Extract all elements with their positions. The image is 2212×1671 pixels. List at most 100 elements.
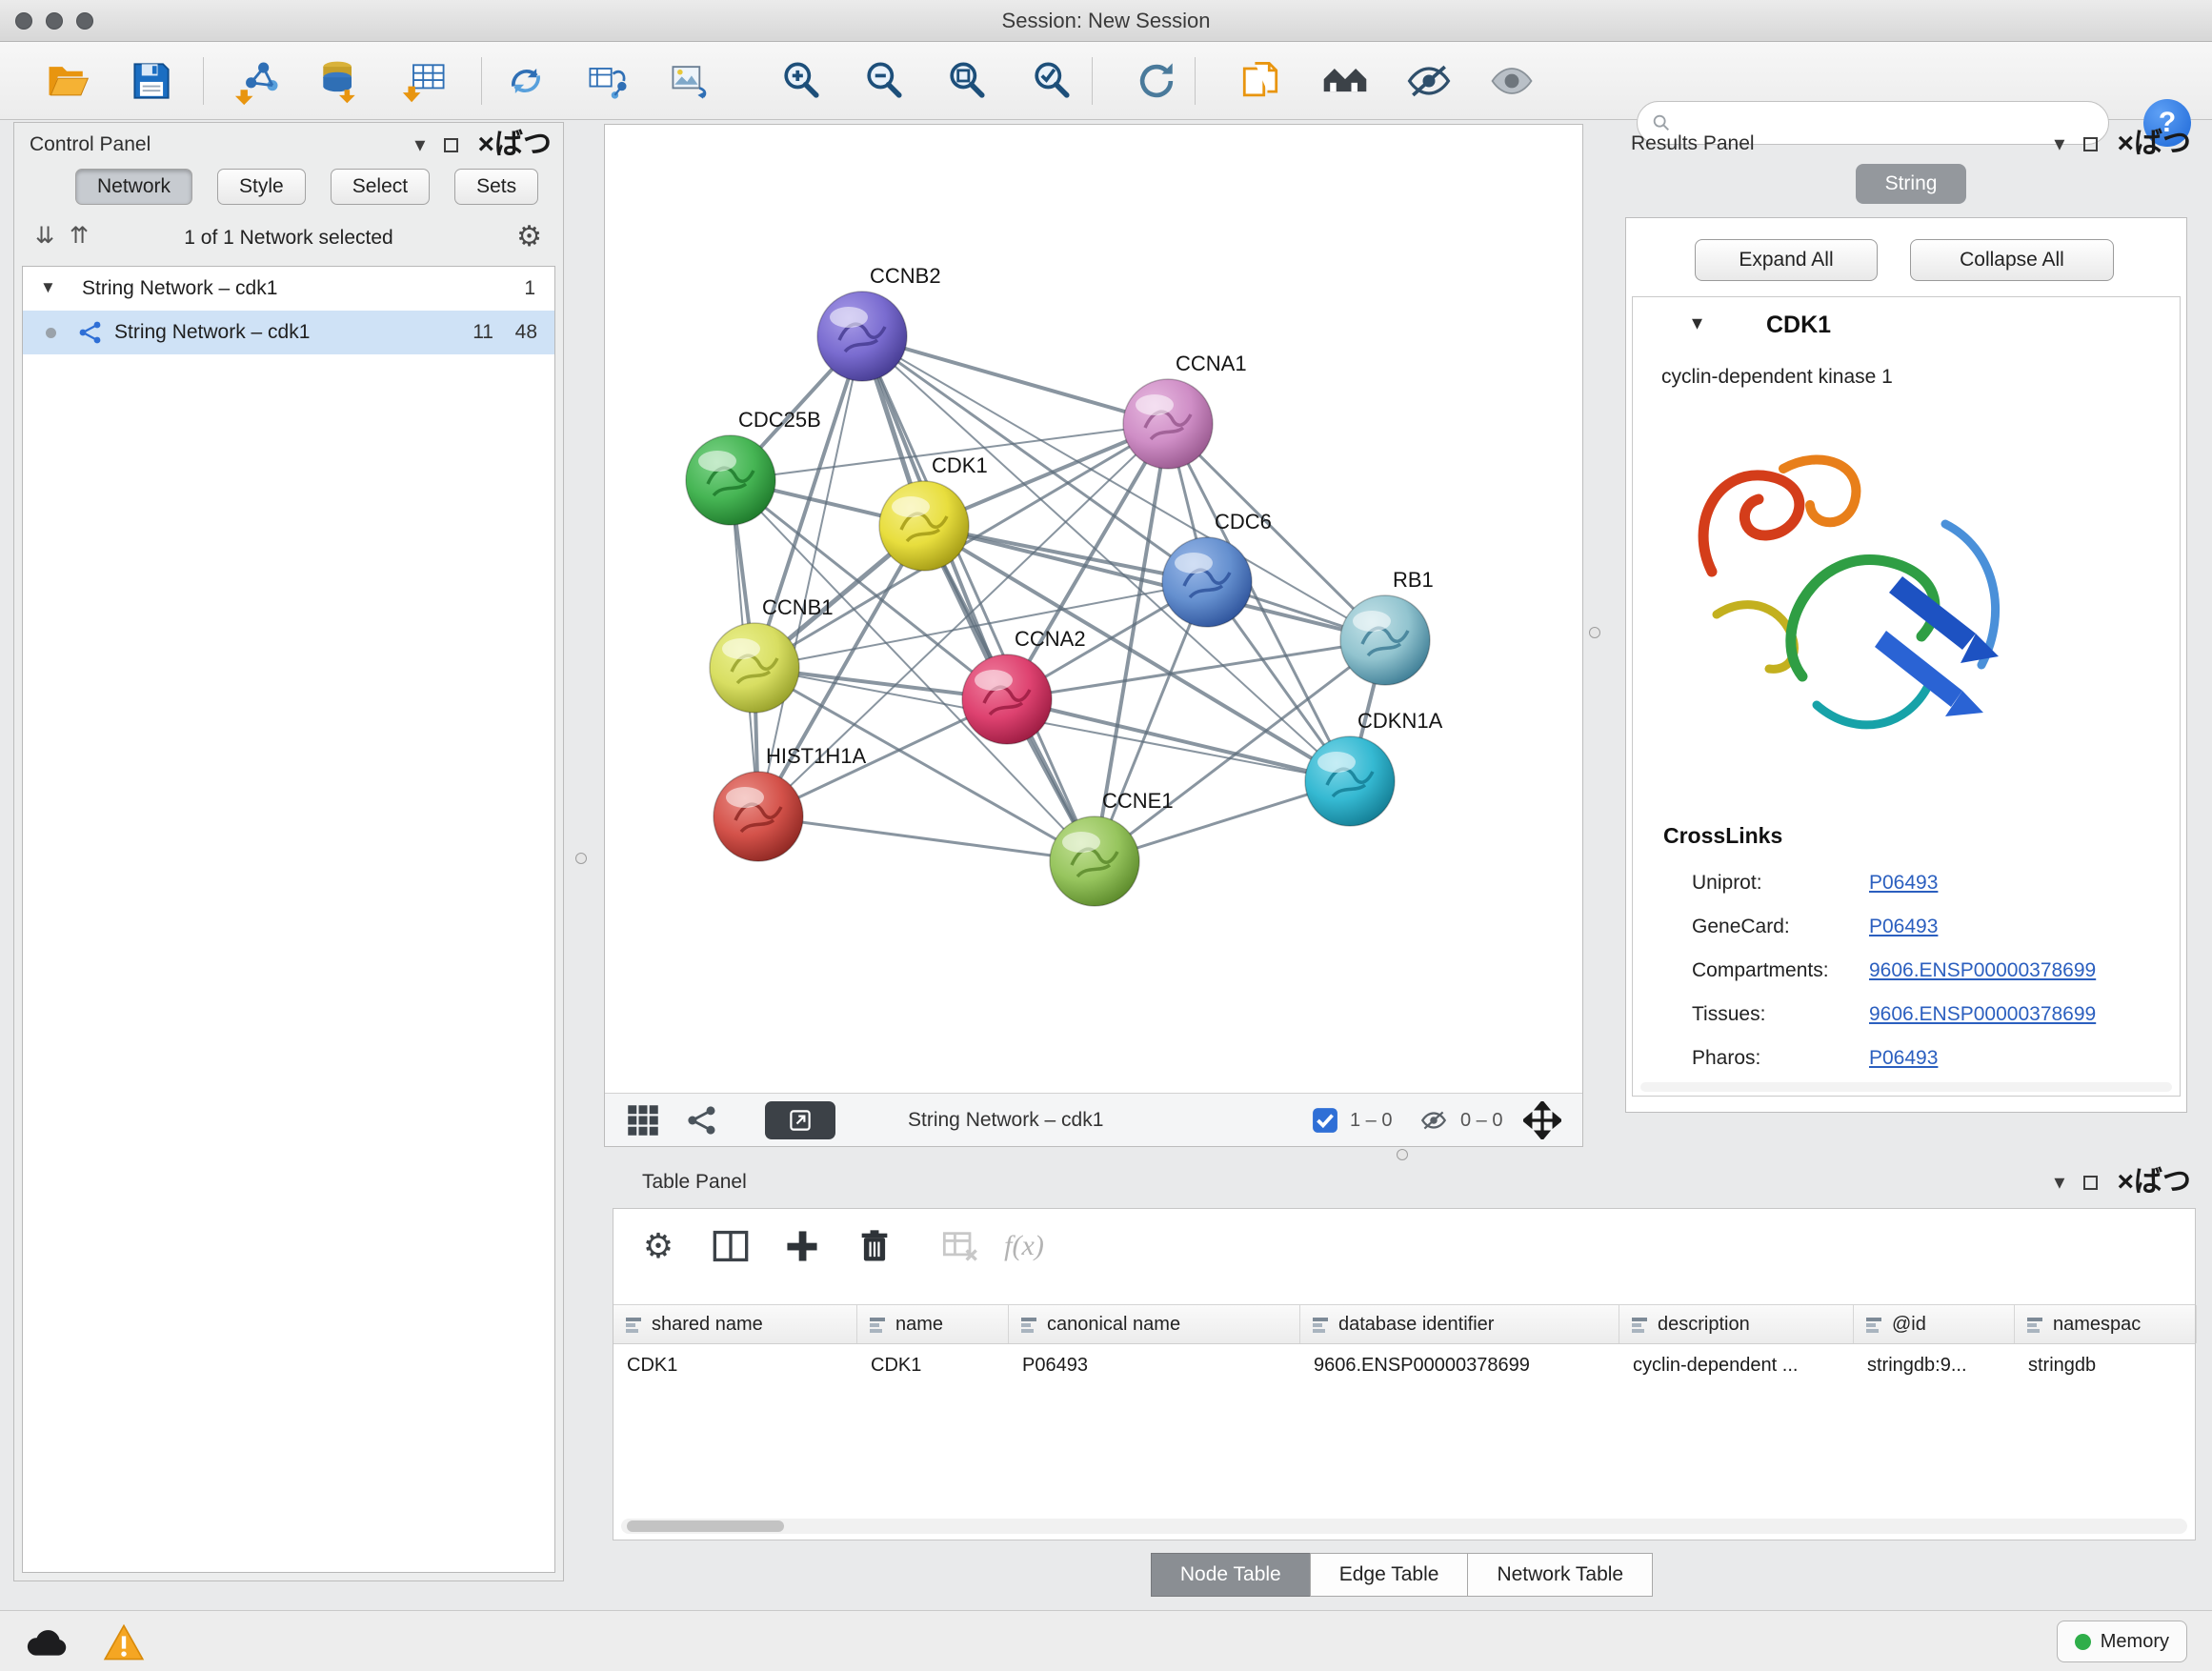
zoom-selected-button[interactable] (1024, 53, 1079, 109)
new-network-button[interactable] (498, 53, 553, 109)
import-table-icon (401, 56, 451, 106)
tree-expand-icon[interactable]: ▼ (40, 278, 56, 297)
network-collection-row[interactable]: ▼ String Network – cdk1 1 (23, 267, 554, 311)
table-row[interactable]: CDK1CDK1P064939606.ENSP00000378699cyclin… (613, 1344, 2195, 1386)
network-type-icon[interactable] (685, 1103, 719, 1137)
column-header-namespac[interactable]: namespac (2015, 1305, 2197, 1343)
column-icon (2026, 1316, 2043, 1333)
panel-collapse-icon[interactable]: ▾ (414, 132, 425, 157)
right-splitter-handle[interactable] (1589, 627, 1600, 638)
network-row-selected[interactable]: String Network – cdk1 11 48 (23, 311, 554, 354)
column-header-shared-name[interactable]: shared name (613, 1305, 857, 1343)
import-network-file-button[interactable] (231, 53, 287, 109)
pan-crosshair-icon[interactable] (1523, 1101, 1561, 1139)
column-header-canonical-name[interactable]: canonical name (1009, 1305, 1300, 1343)
column-header--id[interactable]: @id (1854, 1305, 2015, 1343)
save-session-button[interactable] (124, 53, 179, 109)
selected-checkbox-icon[interactable] (1312, 1107, 1338, 1134)
table-cell[interactable]: CDK1 (857, 1344, 1009, 1386)
network-node-CCNB1[interactable]: CCNB1 (710, 595, 834, 713)
column-header-name[interactable]: name (857, 1305, 1009, 1343)
network-node-HIST1H1A[interactable]: HIST1H1A (714, 744, 866, 861)
birdseye-view-icon[interactable] (626, 1103, 660, 1137)
network-from-table-button[interactable] (580, 53, 635, 109)
show-all-button[interactable] (1317, 53, 1373, 109)
bottom-splitter-handle[interactable] (1397, 1149, 1408, 1160)
tab-edge-table[interactable]: Edge Table (1310, 1553, 1469, 1597)
panel-float-icon[interactable] (444, 138, 458, 152)
copy-style-button[interactable] (1233, 53, 1288, 109)
network-edge[interactable] (758, 816, 1095, 861)
panel-close-icon[interactable]: ×ばつ (2117, 1168, 2191, 1197)
column-header-database-identifier[interactable]: database identifier (1300, 1305, 1619, 1343)
show-hidden-button[interactable] (1484, 53, 1539, 109)
documents-icon (1236, 56, 1285, 106)
network-name: String Network – cdk1 (114, 311, 310, 354)
memory-button[interactable]: Memory (2057, 1621, 2187, 1662)
create-column-button[interactable] (780, 1224, 824, 1268)
table-horizontal-scrollbar[interactable] (621, 1519, 2187, 1534)
tab-sets[interactable]: Sets (454, 169, 538, 205)
tab-style[interactable]: Style (217, 169, 306, 205)
panel-collapse-icon[interactable]: ▾ (2054, 131, 2064, 156)
zoom-fit-button[interactable] (939, 53, 995, 109)
table-cell[interactable]: cyclin-dependent ... (1619, 1344, 1854, 1386)
tab-network[interactable]: Network (75, 169, 192, 205)
section-collapse-icon[interactable]: ▾ (1692, 311, 1702, 335)
zoom-in-button[interactable] (774, 53, 829, 109)
delete-column-button[interactable] (853, 1224, 896, 1268)
collapse-all-button[interactable]: Collapse All (1910, 239, 2114, 281)
table-cell[interactable]: stringdb (2015, 1344, 2197, 1386)
zoom-out-button[interactable] (856, 53, 912, 109)
network-options-gear-icon[interactable]: ⚙ (516, 220, 542, 253)
network-node-CDKN1A[interactable]: CDKN1A (1305, 709, 1443, 826)
crosslink-link[interactable]: 9606.ENSP00000378699 (1869, 993, 2096, 1037)
column-header-description[interactable]: description (1619, 1305, 1854, 1343)
crosslink-link[interactable]: P06493 (1869, 1037, 1938, 1080)
tab-node-table[interactable]: Node Table (1151, 1553, 1311, 1597)
tab-network-table[interactable]: Network Table (1467, 1553, 1653, 1597)
hidden-eye-slash-icon[interactable] (1417, 1106, 1451, 1135)
table-cell[interactable]: 9606.ENSP00000378699 (1300, 1344, 1619, 1386)
network-node-CCNA1[interactable]: CCNA1 (1123, 352, 1247, 469)
import-table-button[interactable] (398, 53, 453, 109)
import-network-database-button[interactable] (312, 53, 367, 109)
left-splitter-handle[interactable] (575, 853, 587, 864)
cloud-icon[interactable] (25, 1626, 69, 1659)
warning-icon[interactable] (103, 1623, 145, 1661)
scrollbar-thumb[interactable] (627, 1520, 784, 1532)
table-cell[interactable]: CDK1 (613, 1344, 857, 1386)
network-canvas[interactable]: CCNB2CCNA1CDC25BCDK1CDC6RB1CCNB1CCNA2CDK… (605, 125, 1582, 1093)
open-session-button[interactable] (40, 53, 95, 109)
panel-close-icon[interactable]: ×ばつ (2117, 130, 2191, 158)
panel-float-icon[interactable] (2083, 137, 2098, 151)
network-node-RB1[interactable]: RB1 (1340, 568, 1434, 685)
panel-collapse-icon[interactable]: ▾ (2054, 1170, 2064, 1195)
network-node-CCNB2[interactable]: CCNB2 (817, 264, 941, 381)
panel-float-icon[interactable] (2083, 1176, 2098, 1190)
crosslink-link[interactable]: P06493 (1869, 861, 1938, 905)
tab-select[interactable]: Select (331, 169, 430, 205)
crosslink-link[interactable]: P06493 (1869, 905, 1938, 949)
export-image-button[interactable] (663, 53, 718, 109)
crosslink-link[interactable]: 9606.ENSP00000378699 (1869, 949, 2096, 993)
expand-all-button[interactable]: Expand All (1695, 239, 1878, 281)
apply-layout-button[interactable] (1129, 53, 1184, 109)
network-edge[interactable] (862, 336, 1168, 424)
open-in-window-button[interactable] (765, 1101, 835, 1139)
show-columns-button[interactable] (709, 1224, 753, 1268)
network-node-CDC25B[interactable]: CDC25B (686, 408, 821, 525)
edge-count: 48 (515, 311, 537, 354)
table-cell[interactable]: stringdb:9... (1854, 1344, 2015, 1386)
trash-icon (855, 1227, 894, 1265)
node-table: ⚙ f(x) shared namenamecanonical namedata… (613, 1208, 2196, 1540)
column-header-label: canonical name (1047, 1314, 1180, 1336)
panel-close-icon[interactable]: ×ばつ (477, 131, 552, 159)
table-cell[interactable]: P06493 (1009, 1344, 1300, 1386)
node-label: CCNA2 (1015, 627, 1086, 651)
network-edge[interactable] (862, 336, 1095, 861)
results-scrollbar[interactable] (1640, 1082, 2172, 1092)
hide-selected-button[interactable] (1401, 53, 1457, 109)
table-options-gear-icon[interactable]: ⚙ (636, 1224, 680, 1268)
tab-string[interactable]: String (1856, 164, 1966, 204)
